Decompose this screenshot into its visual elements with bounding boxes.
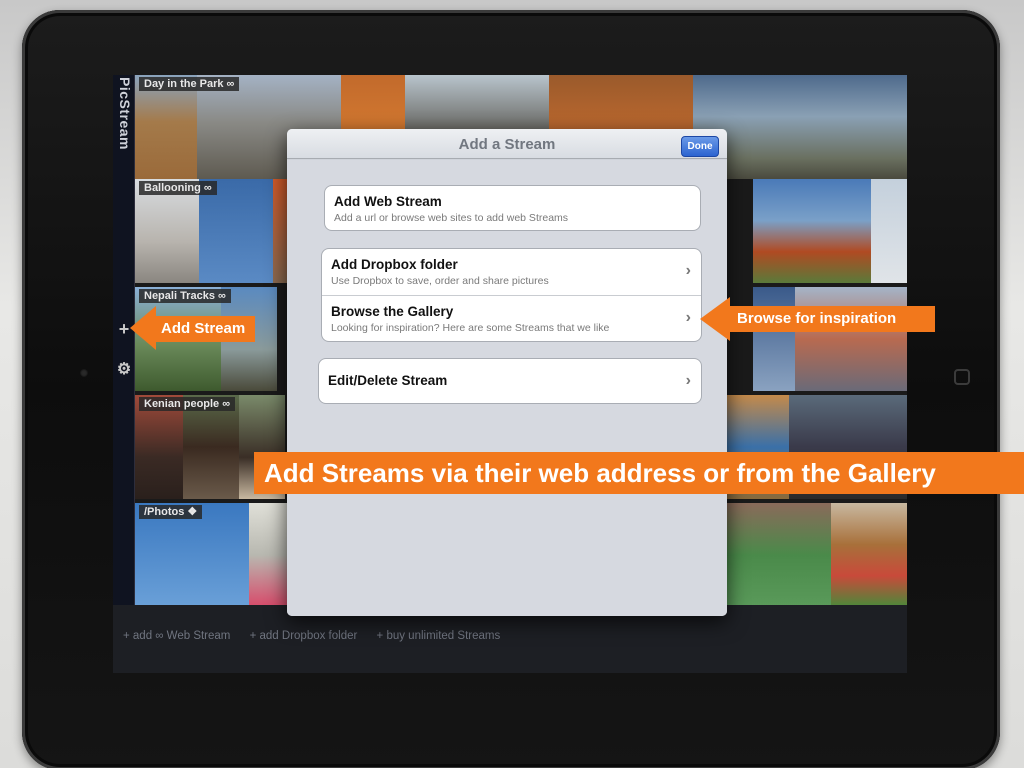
add-stream-modal: Add a Stream Done Add Web Stream Add a u…: [287, 129, 727, 616]
buy-unlimited-streams-link[interactable]: + buy unlimited Streams: [377, 630, 501, 642]
browse-gallery-cell[interactable]: Browse the Gallery Looking for inspirati…: [322, 296, 701, 341]
modal-body: Add Web Stream Add a url or browse web s…: [287, 160, 727, 616]
stream-label: Day in the Park ∞: [139, 77, 240, 91]
cell-title: Edit/Delete Stream: [328, 373, 448, 388]
browse-inspiration-callout: Browse for inspiration: [729, 306, 935, 332]
stream-label: Nepali Tracks ∞: [139, 289, 231, 303]
chevron-right-icon: ›: [685, 262, 691, 279]
cell-title: Add Dropbox folder: [331, 257, 458, 272]
chevron-right-icon: ›: [685, 372, 691, 389]
add-dropbox-folder-link[interactable]: + add Dropbox folder: [250, 630, 358, 642]
done-button[interactable]: Done: [681, 136, 719, 157]
gear-icon[interactable]: ⚙: [113, 359, 135, 379]
add-stream-arrow-head: [130, 306, 156, 350]
home-button[interactable]: [954, 369, 970, 385]
photo-thumbnail[interactable]: [249, 503, 289, 607]
modal-header: Add a Stream Done: [287, 129, 727, 159]
cell-subtitle: Use Dropbox to save, order and share pic…: [331, 275, 549, 287]
stream-label: Ballooning ∞: [139, 181, 217, 195]
add-web-stream-link[interactable]: + add ∞ Web Stream: [123, 630, 230, 642]
sidebar: PicStream + ⚙: [113, 75, 135, 673]
modal-title: Add a Stream: [458, 136, 556, 153]
edit-delete-stream-cell[interactable]: Edit/Delete Stream ›: [318, 358, 702, 404]
camera: [80, 369, 88, 377]
dropbox-gallery-group: Add Dropbox folder Use Dropbox to save, …: [321, 248, 702, 342]
caption-banner: Add Streams via their web address or fro…: [254, 452, 1024, 494]
cell-title: Add Web Stream: [334, 194, 442, 209]
add-web-stream-cell[interactable]: Add Web Stream Add a url or browse web s…: [324, 185, 701, 231]
cell-title: Browse the Gallery: [331, 304, 454, 319]
photo-thumbnail[interactable]: [727, 503, 831, 607]
chevron-right-icon: ›: [685, 309, 691, 326]
bottom-links: + add ∞ Web Stream + add Dropbox folder …: [123, 630, 516, 642]
stream-label: Kenian people ∞: [139, 397, 236, 411]
cell-subtitle: Looking for inspiration? Here are some S…: [331, 322, 610, 334]
photo-thumbnail[interactable]: [753, 287, 795, 391]
photo-thumbnail[interactable]: [753, 179, 871, 283]
photo-thumbnail[interactable]: [795, 287, 907, 391]
photo-thumbnail[interactable]: [871, 179, 907, 283]
app-logo: PicStream: [117, 77, 133, 150]
photo-thumbnail[interactable]: [831, 503, 907, 607]
add-stream-callout: Add Stream: [155, 316, 255, 342]
browse-inspiration-arrow-head: [700, 297, 730, 341]
add-dropbox-folder-cell[interactable]: Add Dropbox folder Use Dropbox to save, …: [322, 249, 701, 295]
stream-label: /Photos ❖: [139, 505, 203, 519]
dropbox-icon: ❖: [187, 506, 198, 518]
cell-subtitle: Add a url or browse web sites to add web…: [334, 212, 569, 224]
